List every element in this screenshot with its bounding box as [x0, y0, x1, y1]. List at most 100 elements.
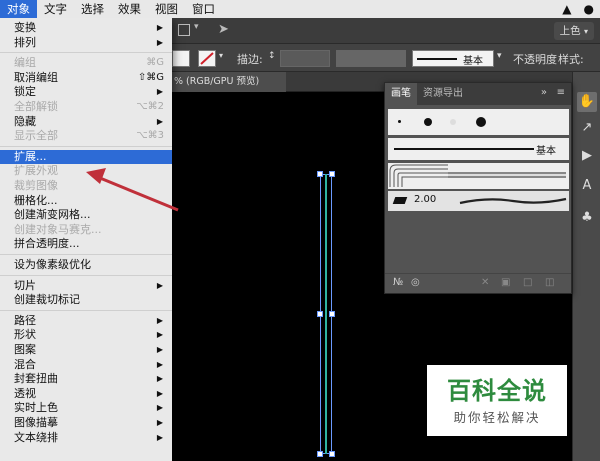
- menu-item[interactable]: 扩展...: [0, 149, 172, 165]
- menu-item[interactable]: 排列 ▶: [0, 36, 172, 51]
- anchor-point[interactable]: [317, 311, 323, 317]
- remove-stroke-icon[interactable]: ✕: [481, 277, 489, 288]
- menu-item-shortcut: ⇧⌘G: [137, 71, 164, 83]
- menu-item-label: 路径: [14, 313, 36, 327]
- brush-stroke-preview: [417, 58, 457, 60]
- basic-brush-row[interactable]: 基本: [388, 138, 569, 160]
- watermark-logo: 百科全说 助你轻松解决: [427, 365, 567, 436]
- calligraphic-brushes-row: [388, 109, 569, 135]
- menu-item-label: 文本绕排: [14, 430, 58, 444]
- menu-bar-status: ▲ ●: [562, 0, 594, 18]
- brush-library-icon[interactable]: №: [393, 277, 403, 288]
- chevron-down-icon[interactable]: ▾: [194, 22, 199, 32]
- menu-item: 裁剪图像: [0, 179, 172, 194]
- menu-item[interactable]: 实时上色 ▶: [0, 401, 172, 416]
- menu-item[interactable]: 切片 ▶: [0, 279, 172, 294]
- options-icon[interactable]: ▣: [501, 277, 510, 288]
- pattern-brush-row[interactable]: [388, 163, 569, 189]
- menu-object[interactable]: 对象: [0, 0, 37, 18]
- menu-effect[interactable]: 效果: [111, 0, 148, 18]
- brushes-panel-tabs: 画笔 资源导出 » ≡: [385, 83, 571, 105]
- brush-options-icon[interactable]: ◎: [411, 277, 420, 288]
- art-brush-row[interactable]: 2.00: [388, 191, 569, 211]
- anchor-point[interactable]: [329, 451, 335, 457]
- brush-dot-4[interactable]: [476, 117, 486, 127]
- fill-swatch[interactable]: [172, 50, 190, 67]
- menu-item[interactable]: 混合 ▶: [0, 358, 172, 373]
- export-icon[interactable]: ↗: [577, 118, 597, 138]
- tab-asset-export[interactable]: 资源导出: [417, 83, 469, 105]
- anchor-point[interactable]: [317, 451, 323, 457]
- menu-type[interactable]: 文字: [37, 0, 74, 18]
- bell-icon[interactable]: ▲: [562, 2, 571, 16]
- club-symbol-icon[interactable]: ♣: [577, 208, 597, 228]
- menu-item[interactable]: 创建渐变网格...: [0, 208, 172, 223]
- collapse-icon[interactable]: »: [541, 87, 547, 98]
- watermark-subtitle: 助你轻松解决: [453, 410, 541, 425]
- menu-item[interactable]: 路径 ▶: [0, 314, 172, 329]
- menu-item[interactable]: 封套扭曲 ▶: [0, 372, 172, 387]
- menu-item[interactable]: 隐藏 ▶: [0, 115, 172, 130]
- menu-item[interactable]: 图案 ▶: [0, 343, 172, 358]
- object-menu-dropdown: 变换 ▶ 排列 ▶ 编组 ⌘G 取消编组 ⇧⌘G 锁定 ▶ 全部解锁 ⌥⌘2 隐藏 ▶ 显示全部 ⌥⌘3 扩展.…: [0, 18, 172, 461]
- brush-dot-1[interactable]: [398, 120, 401, 123]
- brush-name: 基本: [463, 56, 483, 67]
- trash-icon[interactable]: ◫: [545, 277, 554, 288]
- brushes-panel-footer: № ◎ ✕ ▣ □ ◫: [385, 273, 571, 293]
- menu-item[interactable]: 栅格化...: [0, 194, 172, 209]
- play-icon[interactable]: ▶: [577, 146, 597, 166]
- workspace-label: 上色: [559, 25, 581, 37]
- chevron-down-icon[interactable]: ▾: [219, 51, 223, 60]
- anchor-point[interactable]: [329, 311, 335, 317]
- menu-item-label: 形状: [14, 328, 36, 342]
- menu-item: 全部解锁 ⌥⌘2: [0, 100, 172, 115]
- tab-brushes[interactable]: 画笔: [385, 83, 417, 105]
- menu-item-label: 透视: [14, 386, 36, 400]
- paper-plane-icon[interactable]: ➤: [218, 22, 229, 37]
- menu-view[interactable]: 视图: [148, 0, 185, 18]
- anchor-point[interactable]: [317, 171, 323, 177]
- chevron-down-icon[interactable]: ▾: [497, 51, 502, 61]
- menu-select[interactable]: 选择: [74, 0, 111, 18]
- brush-dot-3[interactable]: [450, 119, 456, 125]
- hand-icon[interactable]: ✋: [577, 92, 597, 112]
- menu-item[interactable]: 形状 ▶: [0, 328, 172, 343]
- menu-item-label: 编组: [14, 56, 36, 70]
- menu-item[interactable]: 透视 ▶: [0, 387, 172, 402]
- menu-item[interactable]: 设为像素级优化: [0, 258, 172, 273]
- arrange-documents-icon[interactable]: [178, 24, 190, 36]
- menu-item[interactable]: 文本绕排 ▶: [0, 431, 172, 446]
- menu-item: 显示全部 ⌥⌘3: [0, 129, 172, 144]
- stroke-weight-input[interactable]: [280, 50, 330, 67]
- document-tab[interactable]: % (RGB/GPU 预览): [168, 72, 286, 92]
- menu-item[interactable]: 取消编组 ⇧⌘G: [0, 71, 172, 86]
- opacity-label[interactable]: 不透明度: [513, 51, 557, 67]
- submenu-arrow-icon: ▶: [156, 432, 163, 442]
- new-brush-icon[interactable]: □: [523, 277, 532, 288]
- brush-dot-2[interactable]: [424, 118, 432, 126]
- brush-definition-dropdown[interactable]: 基本: [412, 50, 494, 67]
- menu-item[interactable]: 变换 ▶: [0, 21, 172, 36]
- menu-item-label: 封套扭曲: [14, 372, 58, 386]
- menu-item[interactable]: 图像描摹 ▶: [0, 416, 172, 431]
- menu-item-label: 排列: [14, 35, 36, 49]
- menu-item[interactable]: 拼合透明度...: [0, 237, 172, 252]
- character-icon[interactable]: A: [577, 176, 597, 196]
- user-icon[interactable]: ●: [584, 2, 594, 16]
- stepper-icon[interactable]: ↕: [268, 51, 276, 61]
- menu-item[interactable]: 锁定 ▶: [0, 85, 172, 100]
- anchor-point[interactable]: [329, 171, 335, 177]
- submenu-arrow-icon: ▶: [156, 330, 163, 340]
- menu-item-label: 切片: [14, 278, 36, 292]
- menu-item[interactable]: 创建裁切标记: [0, 293, 172, 308]
- menu-item: 扩展外观: [0, 164, 172, 179]
- panel-menu-icon[interactable]: ≡: [557, 87, 565, 98]
- menu-window[interactable]: 窗口: [185, 0, 222, 18]
- stroke-swatch[interactable]: [198, 50, 216, 67]
- menu-item-label: 设为像素级优化: [14, 258, 91, 271]
- menu-item-label: 创建裁切标记: [14, 293, 80, 307]
- variable-width-profile[interactable]: [336, 50, 406, 67]
- menu-item-label: 显示全部: [14, 129, 58, 143]
- submenu-arrow-icon: ▶: [156, 403, 163, 413]
- workspace-switcher[interactable]: 上色 ▾: [553, 22, 594, 40]
